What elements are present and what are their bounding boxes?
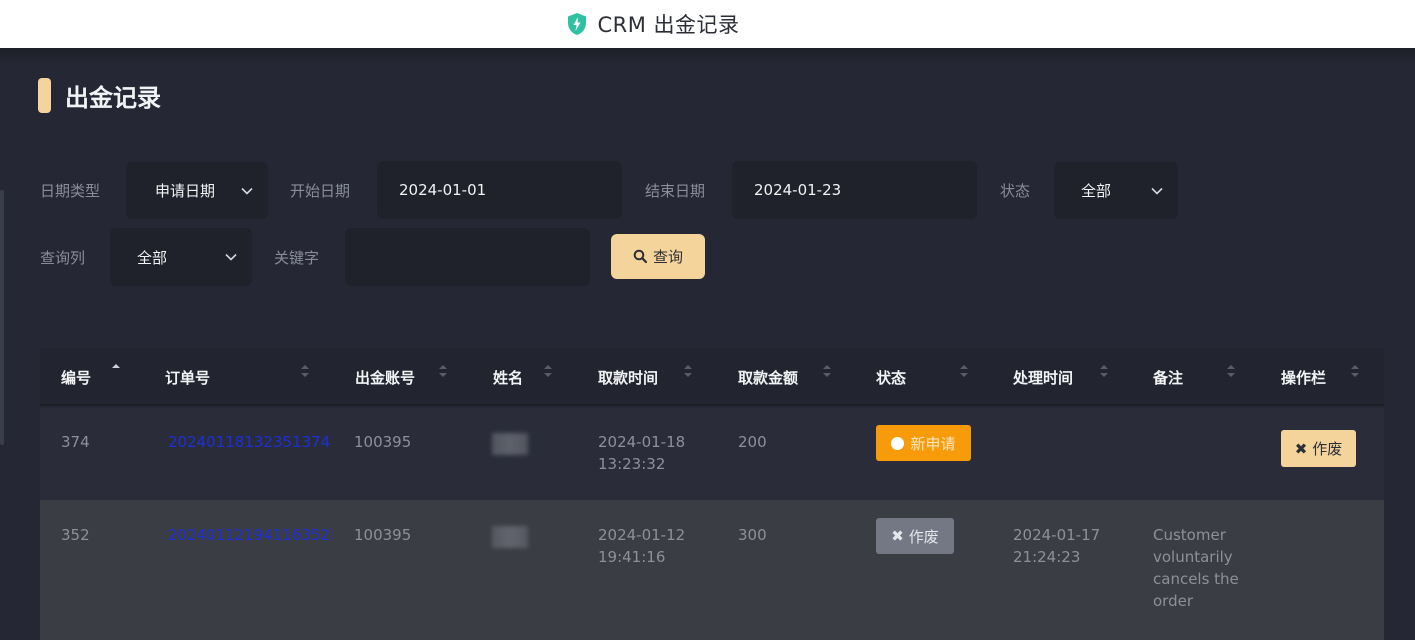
table-row: 352 20240112194116352 100395 2024-01-12 …: [40, 500, 1384, 640]
table-row: 374 20240118132351374 100395 2024-01-18 …: [40, 408, 1384, 500]
start-date-value: 2024-01-01: [399, 181, 487, 199]
status-badge: ✖ 作废: [876, 518, 954, 554]
column-header-id[interactable]: 编号: [61, 348, 91, 406]
cell-withdraw-date: 2024-01-12: [598, 526, 686, 544]
page-header: 出金记录: [38, 78, 161, 113]
cell-processed-date: 2024-01-17: [1013, 526, 1101, 544]
keyword-label: 关键字: [274, 249, 320, 267]
end-date-label: 结束日期: [645, 182, 706, 200]
window-title-bar: CRM 出金记录: [0, 0, 1415, 48]
search-button[interactable]: 查询: [611, 234, 705, 279]
void-button-label: 作废: [1312, 440, 1343, 458]
cell-amount: 300: [738, 526, 767, 544]
cell-remark-line: cancels the: [1153, 570, 1239, 588]
status-badge: 新申请: [876, 425, 971, 461]
status-select[interactable]: 全部: [1054, 162, 1178, 219]
column-header-status[interactable]: 状态: [876, 348, 906, 406]
end-date-input[interactable]: 2024-01-23: [732, 161, 977, 219]
column-header-actions[interactable]: 操作栏: [1281, 348, 1326, 406]
cell-remark-line: Customer: [1153, 526, 1226, 544]
sort-icon[interactable]: [823, 364, 831, 378]
sort-icon[interactable]: [544, 364, 552, 378]
close-icon: ✖: [1294, 439, 1308, 458]
cell-withdraw-time: 19:41:16: [598, 548, 666, 566]
cell-account: 100395: [354, 526, 412, 544]
divider: [0, 48, 1415, 66]
sort-icon[interactable]: [439, 364, 447, 378]
query-column-label: 查询列: [40, 249, 86, 267]
status-badge-label: 作废: [908, 527, 939, 546]
shield-icon: [568, 13, 587, 35]
sort-icon[interactable]: [960, 364, 968, 378]
void-button[interactable]: ✖ 作废: [1281, 430, 1356, 467]
sort-asc-icon[interactable]: [112, 363, 120, 377]
sort-icon[interactable]: [301, 364, 309, 378]
name-redacted: [492, 433, 528, 455]
column-header-order-no[interactable]: 订单号: [165, 348, 210, 406]
sort-icon[interactable]: [1100, 364, 1108, 378]
column-header-account[interactable]: 出金账号: [355, 348, 415, 406]
cell-processed-time: 21:24:23: [1013, 548, 1081, 566]
table-header: 编号 订单号 出金账号 姓名 取款时间 取款金额 状态 处理时间 备注 操作栏: [40, 348, 1384, 406]
query-column-value: 全部: [137, 248, 168, 267]
name-redacted: [492, 526, 528, 548]
end-date-value: 2024-01-23: [754, 181, 842, 199]
cell-remark-line: order: [1153, 592, 1193, 610]
status-value: 全部: [1081, 182, 1112, 200]
cell-remark-line: voluntarily: [1153, 548, 1233, 566]
column-header-name[interactable]: 姓名: [493, 348, 523, 406]
date-type-label: 日期类型: [40, 182, 101, 200]
page-title: 出金记录: [65, 84, 161, 112]
column-header-remark[interactable]: 备注: [1153, 348, 1183, 406]
search-icon: [633, 249, 648, 264]
keyword-input[interactable]: [345, 228, 590, 286]
column-header-withdraw-time[interactable]: 取款时间: [598, 348, 658, 406]
sort-icon[interactable]: [1227, 364, 1235, 378]
close-icon: ✖: [891, 527, 904, 545]
window-title: CRM 出金记录: [597, 13, 740, 37]
status-label: 状态: [1000, 182, 1031, 200]
cell-id: 374: [61, 433, 90, 451]
cell-account: 100395: [354, 433, 412, 451]
left-scroll-rail[interactable]: [0, 190, 4, 445]
chevron-down-icon: [225, 253, 237, 261]
search-button-label: 查询: [652, 248, 683, 266]
chevron-down-icon: [241, 187, 253, 195]
sort-icon[interactable]: [684, 364, 692, 378]
cell-withdraw-date: 2024-01-18: [598, 433, 686, 451]
cell-withdraw-time: 13:23:32: [598, 455, 666, 473]
order-no-link[interactable]: 20240112194116352: [168, 524, 330, 546]
order-no-link[interactable]: 20240118132351374: [168, 431, 330, 453]
start-date-input[interactable]: 2024-01-01: [377, 161, 622, 219]
withdrawal-table: 编号 订单号 出金账号 姓名 取款时间 取款金额 状态 处理时间 备注 操作栏 …: [40, 348, 1384, 640]
title-accent-bar: [38, 78, 51, 113]
status-badge-label: 新申请: [910, 434, 956, 453]
query-column-select[interactable]: 全部: [110, 228, 252, 286]
column-header-processed-time[interactable]: 处理时间: [1013, 348, 1073, 406]
sort-icon[interactable]: [1351, 364, 1359, 378]
start-date-label: 开始日期: [290, 182, 351, 200]
cell-amount: 200: [738, 433, 767, 451]
date-type-select[interactable]: 申请日期: [126, 162, 268, 219]
cell-id: 352: [61, 526, 90, 544]
chevron-down-icon: [1151, 187, 1163, 195]
column-header-amount[interactable]: 取款金额: [738, 348, 798, 406]
status-dot-icon: [891, 436, 905, 450]
date-type-value: 申请日期: [155, 182, 216, 200]
